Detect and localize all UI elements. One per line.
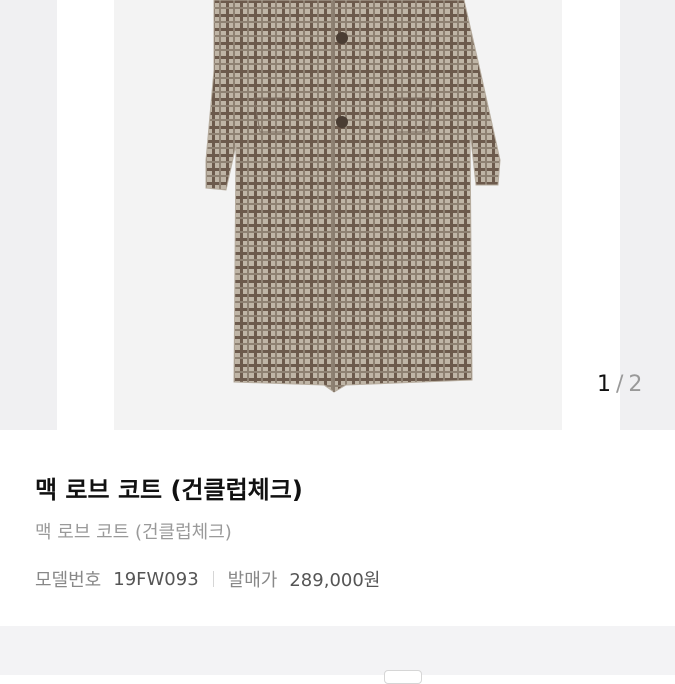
- image-counter-current: 1: [597, 372, 612, 397]
- product-photo: [114, 0, 562, 430]
- model-number-value: 19FW093: [113, 568, 199, 590]
- product-image-gallery[interactable]: 1/2: [0, 0, 675, 430]
- image-counter-separator: /: [616, 372, 625, 397]
- image-counter: 1/2: [597, 372, 643, 397]
- product-meta: 모델번호 19FW093 발매가 289,000원: [35, 566, 380, 592]
- product-subtitle: 맥 로브 코트 (건클럽체크): [35, 522, 232, 543]
- next-image-preview[interactable]: [620, 0, 675, 430]
- release-price-label: 발매가: [227, 570, 278, 591]
- previous-image-preview[interactable]: [0, 0, 57, 430]
- model-number-label: 모델번호: [35, 570, 102, 591]
- coat-illustration: [205, 0, 501, 393]
- section-divider-band: [0, 626, 675, 684]
- next-section-chip[interactable]: [384, 670, 422, 684]
- meta-divider: [212, 571, 214, 587]
- product-info: 맥 로브 코트 (건클럽체크) 맥 로브 코트 (건클럽체크) 모델번호 19F…: [0, 430, 675, 625]
- image-counter-total: 2: [628, 372, 644, 397]
- release-price-value: 289,000원: [289, 570, 381, 591]
- product-title: 맥 로브 코트 (건클럽체크): [35, 476, 303, 504]
